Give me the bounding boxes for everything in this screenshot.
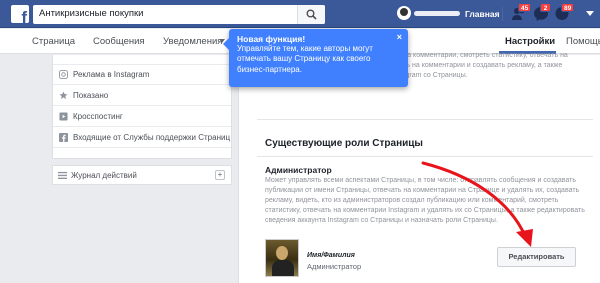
messages-badge: 2 [540,3,551,12]
side-menu-label: Реклама в Instagram [73,70,150,79]
list-icon [58,171,67,180]
tab-help[interactable]: Помощь [566,36,600,47]
side-menu-item-cut[interactable] [53,53,231,65]
tab-settings[interactable]: Настройки [505,36,555,47]
search-icon [306,9,317,20]
tab-page[interactable]: Страница [32,36,75,47]
side-menu-item-support-inbox[interactable]: Входящие от Службы поддержки Страниц [53,128,231,148]
edit-button[interactable]: Редактировать [497,247,576,267]
facebook-logo[interactable]: f [11,5,29,26]
settings-side-menu: Реклама в Instagram Показано Кросспостин… [52,55,232,159]
person-role: Администратор [307,262,362,271]
side-menu-item-activity-log[interactable]: Журнал действий + [52,165,232,185]
close-icon[interactable]: × [397,33,402,42]
star-icon [59,91,68,100]
expand-plus-icon[interactable]: + [215,170,225,180]
side-menu-label: Показано [73,91,109,100]
side-menu-item-featured[interactable]: Показано [53,86,231,106]
section-divider [257,119,593,120]
section-title: Существующие роли Страницы [265,138,423,149]
tooltip-title: Новая функция! [237,34,306,44]
tooltip-body: Управляйте тем, какие авторы могут отмеч… [237,44,373,74]
notifications-badge: 89 [561,3,575,12]
search-button[interactable] [297,5,325,24]
home-link[interactable]: Главная [465,9,500,19]
side-menu-label: Журнал действий [71,171,137,180]
side-menu-item-crossposting[interactable]: Кросспостинг [53,107,231,127]
profile-avatar[interactable] [397,6,411,20]
role-title: Администратор [265,165,332,175]
page-roles-panel: публикации от имени Страницы, отвечать н… [238,52,600,283]
divider [502,7,503,21]
crosspost-icon [59,112,68,121]
search-input[interactable]: Антикризисные покупки [33,5,325,24]
tooltip-pointer [223,38,229,50]
top-navigation-bar: f Антикризисные покупки Главная 45 2 89 [0,0,600,28]
account-menu-chevron-down-icon[interactable] [586,11,594,16]
side-menu-item-instagram-ads[interactable]: Реклама в Instagram [53,65,231,85]
side-menu-label: Кросспостинг [73,112,123,121]
side-menu-label: Входящие от Службы поддержки Страниц [73,133,231,142]
person-name[interactable]: Имя/Фамилия [307,252,355,259]
friend-requests-badge: 45 [518,3,532,12]
role-description: Может управлять всеми аспектами Страницы… [265,177,585,225]
person-avatar[interactable] [265,239,299,277]
tab-notifications[interactable]: Уведомления [163,36,222,47]
tab-messages[interactable]: Сообщения [93,36,145,47]
facebook-icon [59,133,68,142]
profile-name-redacted[interactable] [414,11,460,16]
instagram-icon [59,70,68,79]
new-feature-tooltip: Новая функция! Управляйте тем, какие авт… [223,29,408,87]
search-value: Антикризисные покупки [39,8,144,19]
section-divider [257,156,593,157]
